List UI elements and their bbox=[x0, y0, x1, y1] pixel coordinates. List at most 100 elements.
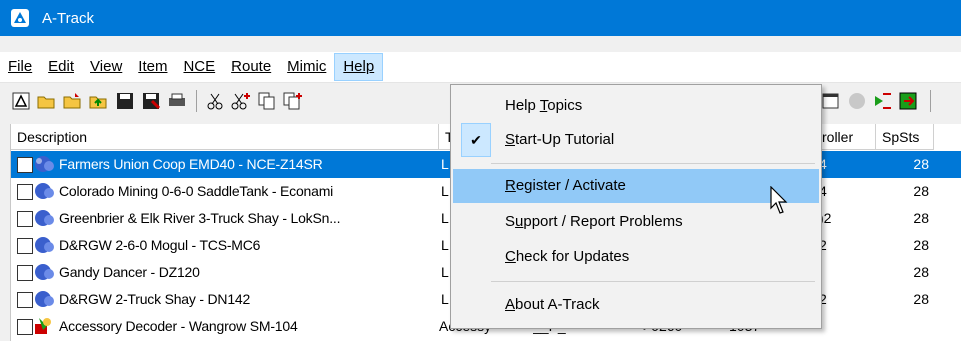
startup-tutorial-item[interactable]: ✔ Start-Up Tutorial bbox=[453, 123, 819, 157]
register-activate-item[interactable]: Register / Activate bbox=[453, 169, 819, 203]
support-report-label: Support / Report Problems bbox=[505, 205, 683, 239]
about-ul: A bbox=[505, 296, 516, 313]
about-label: About A-Track bbox=[505, 288, 600, 322]
support-report-item[interactable]: Support / Report Problems bbox=[453, 205, 819, 239]
about-item[interactable]: About A-Track bbox=[453, 288, 819, 322]
help-menu-dropdown: Help Topics ✔ Start-Up Tutorial Register… bbox=[450, 84, 822, 329]
menu-nce-label: NCE bbox=[183, 58, 216, 75]
check-updates-item[interactable]: Check for Updates bbox=[453, 240, 819, 274]
menu-route-label: Route bbox=[231, 58, 272, 75]
check-updates-ul: C bbox=[505, 248, 516, 265]
row-checkbox[interactable] bbox=[17, 292, 33, 308]
row-description: Greenbrier & Elk River 3-Truck Shay - Lo… bbox=[59, 210, 341, 226]
row-spsts: 28 bbox=[913, 264, 929, 280]
menu-file[interactable]: File bbox=[0, 54, 40, 80]
row-description: Colorado Mining 0-6-0 SaddleTank - Econa… bbox=[59, 183, 334, 199]
locomotive-icon bbox=[35, 237, 54, 253]
exit-icon[interactable] bbox=[898, 90, 920, 112]
menu-item-label: Item bbox=[138, 58, 168, 75]
row-spsts: 28 bbox=[913, 156, 929, 172]
row-description: D&RGW 2-6-0 Mogul - TCS-MC6 bbox=[59, 237, 261, 253]
menu-bar: File Edit View Item NCE Route Mimic Help bbox=[0, 52, 961, 83]
locomotive-icon bbox=[35, 264, 54, 280]
row-spsts: 28 bbox=[913, 237, 929, 253]
menu-file-label: File bbox=[8, 58, 33, 75]
startup-tutorial-post: tart-Up Tutorial bbox=[515, 131, 615, 148]
open-folder-alt-icon[interactable] bbox=[62, 90, 84, 112]
open-folder-icon[interactable] bbox=[36, 90, 58, 112]
menu-view-label: View bbox=[90, 58, 123, 75]
menu-route[interactable]: Route bbox=[223, 54, 279, 80]
menu-mimic[interactable]: Mimic bbox=[279, 54, 334, 80]
help-topics-post: opics bbox=[547, 97, 583, 114]
startup-tutorial-label: Start-Up Tutorial bbox=[505, 123, 614, 157]
support-report-post: pport / Report Problems bbox=[523, 213, 683, 230]
support-report-pre: S bbox=[505, 213, 516, 230]
locomotive-icon bbox=[35, 183, 54, 199]
copy-icon[interactable] bbox=[256, 90, 278, 112]
help-topics-item[interactable]: Help Topics bbox=[453, 89, 819, 123]
checkmark-icon: ✔ bbox=[461, 123, 491, 157]
menu-mimic-label: Mimic bbox=[287, 58, 327, 75]
row-controller: 2 bbox=[819, 237, 827, 253]
row-checkbox[interactable] bbox=[17, 238, 33, 254]
column-header-description[interactable]: Description bbox=[11, 124, 439, 150]
menu-help-label: Help bbox=[343, 58, 375, 75]
mouse-cursor-icon bbox=[770, 186, 788, 214]
menu-help[interactable]: Help bbox=[334, 53, 384, 81]
row-checkbox[interactable] bbox=[17, 319, 33, 335]
startup-tutorial-ul: S bbox=[505, 131, 516, 148]
menu-edit-label: Edit bbox=[48, 58, 75, 75]
menu-view[interactable]: View bbox=[82, 54, 130, 80]
register-activate-ul: R bbox=[505, 177, 516, 194]
row-description: Farmers Union Coop EMD40 - NCE-Z14SR bbox=[59, 156, 323, 172]
toolbar-separator bbox=[930, 90, 931, 112]
window-icon[interactable] bbox=[820, 90, 842, 112]
row-spsts: 28 bbox=[913, 291, 929, 307]
register-activate-post: egister / Activate bbox=[515, 177, 626, 194]
folder-up-icon[interactable] bbox=[88, 90, 110, 112]
row-spsts: 28 bbox=[913, 183, 929, 199]
stop-circle-icon[interactable] bbox=[846, 90, 868, 112]
row-description: Gandy Dancer - DZ120 bbox=[59, 264, 200, 280]
menu-separator bbox=[491, 281, 815, 282]
locomotive-icon bbox=[35, 210, 54, 226]
title-bar: A-Track bbox=[0, 0, 961, 36]
app-logo-icon[interactable] bbox=[10, 90, 32, 112]
save-as-icon[interactable] bbox=[140, 90, 162, 112]
check-updates-label: Check for Updates bbox=[505, 240, 629, 274]
row-description: Accessory Decoder - Wangrow SM-104 bbox=[59, 318, 298, 334]
help-topics-pre: Help bbox=[505, 97, 540, 114]
toolbar-separator bbox=[196, 90, 197, 112]
row-controller: 4 bbox=[819, 156, 827, 172]
row-checkbox[interactable] bbox=[17, 211, 33, 227]
row-spsts: 28 bbox=[913, 210, 929, 226]
row-controller: )2 bbox=[819, 210, 832, 226]
locomotive-icon bbox=[35, 156, 54, 172]
about-post: bout A-Track bbox=[515, 296, 600, 313]
app-icon bbox=[10, 8, 30, 28]
help-topics-label: Help Topics bbox=[505, 89, 582, 123]
row-controller: 2 bbox=[819, 291, 827, 307]
cut-add-icon[interactable] bbox=[230, 90, 252, 112]
window-title: A-Track bbox=[42, 9, 94, 27]
row-controller: 4 bbox=[819, 183, 827, 199]
row-description: D&RGW 2-Truck Shay - DN142 bbox=[59, 291, 251, 307]
print-icon[interactable] bbox=[166, 90, 188, 112]
row-checkbox[interactable] bbox=[17, 157, 33, 173]
column-header-controller[interactable]: roller bbox=[816, 124, 876, 150]
menu-edit[interactable]: Edit bbox=[40, 54, 82, 80]
menu-item[interactable]: Item bbox=[130, 54, 175, 80]
column-header-spsts[interactable]: SpSts bbox=[876, 124, 934, 150]
row-checkbox[interactable] bbox=[17, 265, 33, 281]
save-icon[interactable] bbox=[114, 90, 136, 112]
menu-nce[interactable]: NCE bbox=[175, 54, 223, 80]
menu-separator bbox=[491, 163, 815, 164]
locomotive-icon bbox=[35, 291, 54, 307]
copy-add-icon[interactable] bbox=[282, 90, 304, 112]
route-arrows-icon[interactable] bbox=[872, 90, 894, 112]
cut-icon[interactable] bbox=[204, 90, 226, 112]
accessory-decoder-icon bbox=[35, 318, 51, 334]
row-checkbox[interactable] bbox=[17, 184, 33, 200]
register-activate-label: Register / Activate bbox=[505, 169, 626, 203]
